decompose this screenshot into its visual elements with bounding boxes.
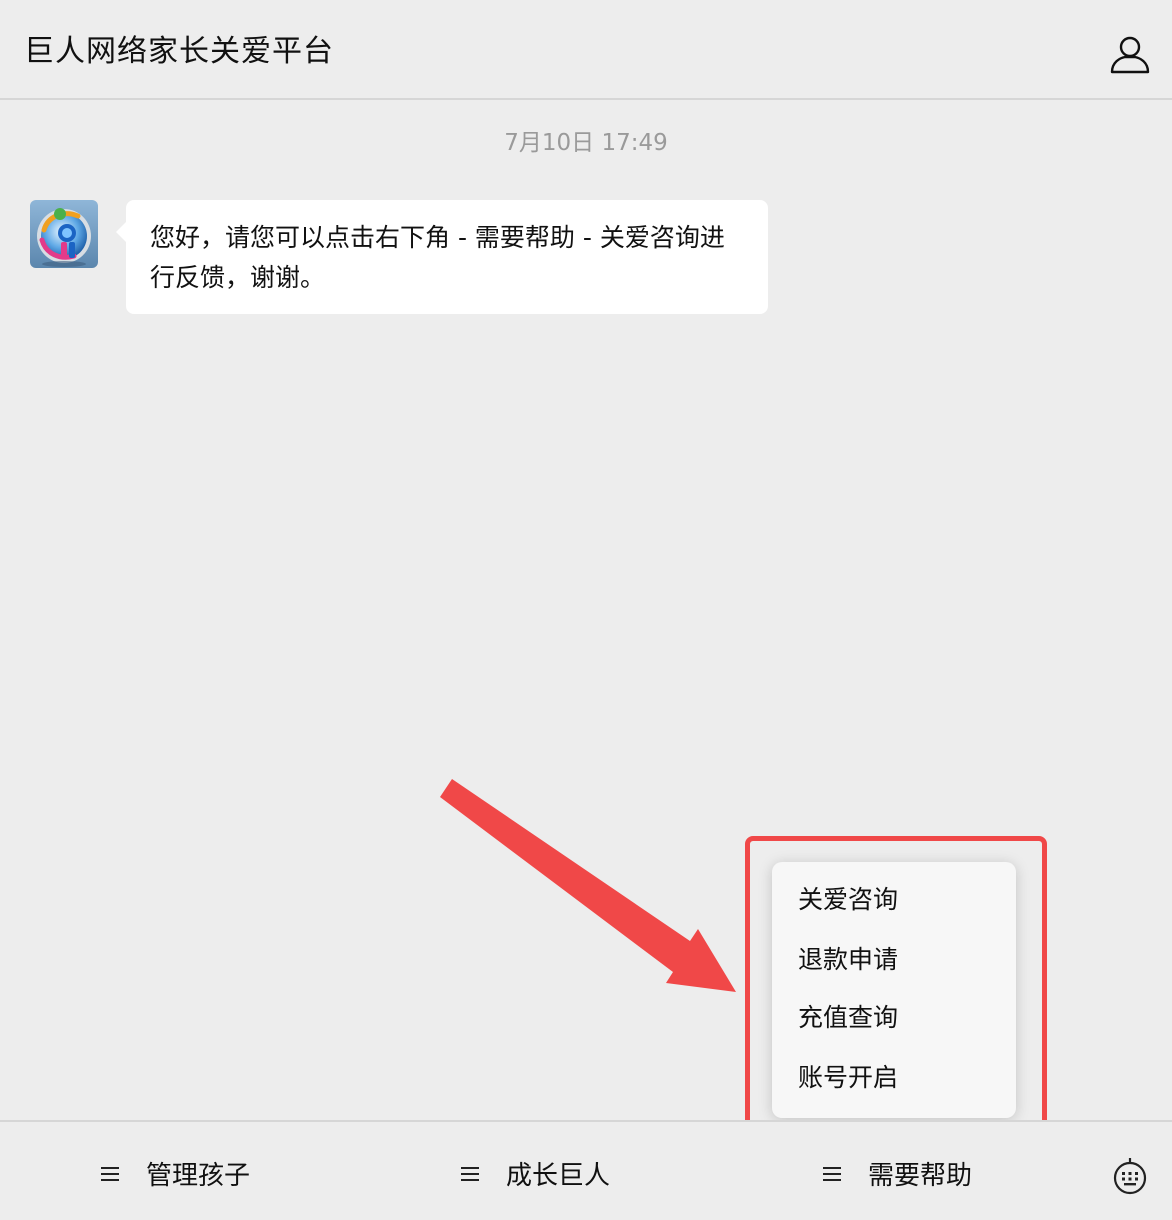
top-header: 巨人网络家长关爱平台 <box>0 0 1172 100</box>
tab-label: 成长巨人 <box>506 1161 611 1191</box>
menu-lines-icon <box>100 1156 124 1196</box>
menu-lines-icon <box>822 1156 846 1196</box>
user-profile-icon[interactable] <box>1106 32 1154 76</box>
menu-lines-icon <box>460 1156 484 1196</box>
page-title: 巨人网络家长关爱平台 <box>24 34 334 69</box>
annotation-highlight-box <box>745 836 1047 1129</box>
message-bubble[interactable]: 您好，请您可以点击右下角 - 需要帮助 - 关爱咨询进行反馈，谢谢。 <box>116 200 768 314</box>
tab-need-help[interactable]: 需要帮助 <box>822 1156 972 1196</box>
message-text: 您好，请您可以点击右下角 - 需要帮助 - 关爱咨询进行反馈，谢谢。 <box>150 223 725 292</box>
bottom-menu-bar: 管理孩子 成长巨人 需要帮助 <box>0 1120 1172 1220</box>
giant-network-logo[interactable] <box>30 200 98 268</box>
message-timestamp: 7月10日 17:49 <box>504 130 668 156</box>
keyboard-toggle-icon[interactable] <box>1110 1156 1150 1196</box>
tab-growing-giant[interactable]: 成长巨人 <box>460 1156 610 1196</box>
tab-label: 管理孩子 <box>146 1161 251 1191</box>
tab-manage-children[interactable]: 管理孩子 <box>100 1156 250 1196</box>
tab-label: 需要帮助 <box>868 1161 973 1191</box>
